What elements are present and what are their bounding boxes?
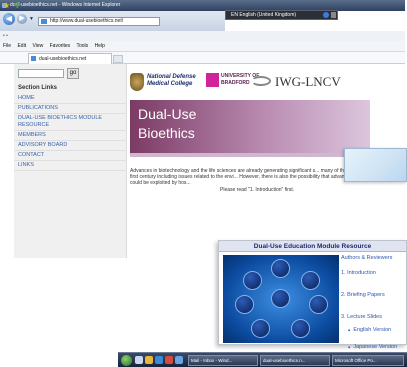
diagram-node xyxy=(309,295,328,314)
link-contact[interactable]: CONTACT xyxy=(14,151,127,161)
menu-favorites[interactable]: Favorites xyxy=(50,43,71,49)
menu-help[interactable]: Help xyxy=(95,43,105,49)
quicklaunch-icon[interactable] xyxy=(135,356,143,364)
taskbar: Mail - Inbox - Wind... dual-usebioethics… xyxy=(118,352,407,367)
window-titlebar: dual-usebioethics.net - Windows Internet… xyxy=(0,0,405,11)
banner-title-line2: Bioethics xyxy=(138,125,195,141)
search-input[interactable] xyxy=(18,69,64,78)
links-row: • • xyxy=(0,31,405,41)
section-links-title: Section Links xyxy=(18,85,58,91)
nav-japanese-version[interactable]: Japanese Version xyxy=(341,344,405,351)
tab-title: dual-usebioethics.net xyxy=(39,56,87,62)
ndmc-line2: Medical College xyxy=(147,81,193,87)
favorites-star-icon[interactable]: ★ xyxy=(3,1,10,11)
forward-button[interactable]: ▶ xyxy=(17,14,27,24)
module-nav: Authors & Reviewers 1. Introduction 2. B… xyxy=(341,253,405,351)
quicklaunch-icon[interactable] xyxy=(155,356,163,364)
section-links-list: HOME PUBLICATIONS DUAL-USE BIOETHICS MOD… xyxy=(14,94,127,171)
add-favorite-icon[interactable]: ✚ xyxy=(14,1,21,11)
ndmc-crest-icon xyxy=(130,73,144,91)
browser-window: dual-usebioethics.net - Windows Internet… xyxy=(0,0,405,258)
nav-briefing-papers[interactable]: 2. Briefing Papers xyxy=(341,292,405,299)
diagram-node xyxy=(291,319,310,338)
diagram-node xyxy=(301,271,320,290)
page-icon xyxy=(41,19,47,24)
menu-tools[interactable]: Tools xyxy=(76,43,88,49)
site-banner: Dual-Use Bioethics xyxy=(130,100,370,153)
address-bar[interactable]: http://www.dual-usebioethics.net/ xyxy=(38,17,160,26)
ndmc-logo: National Defense Medical College xyxy=(147,74,196,88)
diagram-node xyxy=(271,289,290,308)
language-bar-options-icon[interactable] xyxy=(331,12,336,18)
language-label: EN English (United Kingdom) xyxy=(231,12,297,18)
new-tab-button[interactable] xyxy=(113,55,123,63)
menu-file[interactable]: File xyxy=(3,43,11,49)
taskbar-office[interactable]: Microsoft Office Po... xyxy=(332,355,404,366)
module-resource-page: Dual-Use Education Module Resource Autho… xyxy=(218,240,407,350)
link-home[interactable]: HOME xyxy=(14,94,127,104)
tab-page-icon xyxy=(31,56,36,61)
quicklaunch-icon[interactable] xyxy=(145,356,153,364)
menu-bar: File Edit View Favorites Tools Help xyxy=(0,41,405,52)
iwg-logo: IWG-LNCV xyxy=(275,74,341,89)
nav-introduction[interactable]: 1. Introduction xyxy=(341,270,405,277)
taskbar-mail[interactable]: Mail - Inbox - Wind... xyxy=(188,355,258,366)
ndmc-line1: National Defense xyxy=(147,74,196,80)
nav-lecture-slides[interactable]: 3. Lecture Slides xyxy=(341,314,405,321)
banner-strip xyxy=(130,153,370,157)
quicklaunch-icon[interactable] xyxy=(175,356,183,364)
menu-view[interactable]: View xyxy=(32,43,43,49)
browser-tab[interactable]: dual-usebioethics.net xyxy=(28,53,112,64)
link-links[interactable]: LINKS xyxy=(14,161,127,171)
diagram-node xyxy=(243,271,262,290)
overlapping-window xyxy=(344,148,407,182)
link-advisory-board[interactable]: ADVISORY BOARD xyxy=(14,141,127,151)
language-bar[interactable]: EN English (United Kingdom) xyxy=(225,10,338,20)
partner-logos: National Defense Medical College UNIVERS… xyxy=(130,71,396,98)
nav-english-version[interactable]: English Version xyxy=(341,327,405,334)
module-title: Dual-Use Education Module Resource xyxy=(219,241,406,252)
diagram-node xyxy=(251,319,270,338)
link-module-resource[interactable]: DUAL-USE BIOETHICS MODULE RESOURCE xyxy=(14,114,127,131)
link-members[interactable]: MEMBERS xyxy=(14,131,127,141)
history-dropdown-icon[interactable]: ▼ xyxy=(29,16,35,22)
banner-title-line1: Dual-Use xyxy=(138,106,197,122)
menu-edit[interactable]: Edit xyxy=(17,43,26,49)
help-icon[interactable] xyxy=(323,12,329,18)
taskbar-browser[interactable]: dual-usebioethics.n... xyxy=(260,355,330,366)
diagram-node xyxy=(271,259,290,278)
start-button[interactable] xyxy=(121,355,132,366)
module-diagram xyxy=(223,255,339,343)
quicklaunch-icon[interactable] xyxy=(165,356,173,364)
nav-authors-reviewers[interactable]: Authors & Reviewers xyxy=(341,255,405,262)
search-button[interactable]: go xyxy=(67,68,79,79)
address-text: http://www.dual-usebioethics.net/ xyxy=(50,18,124,24)
sidebar: go Section Links HOME PUBLICATIONS DUAL-… xyxy=(14,64,127,258)
bradford-mark-icon xyxy=(206,73,219,87)
back-button[interactable]: ◀ xyxy=(3,13,15,25)
link-publications[interactable]: PUBLICATIONS xyxy=(14,104,127,114)
iwg-swirl-icon xyxy=(251,76,271,86)
window-title: dual-usebioethics.net - Windows Internet… xyxy=(10,2,121,8)
diagram-node xyxy=(235,295,254,314)
intro-read-more: Please read "1. Introduction" first. xyxy=(220,187,295,193)
